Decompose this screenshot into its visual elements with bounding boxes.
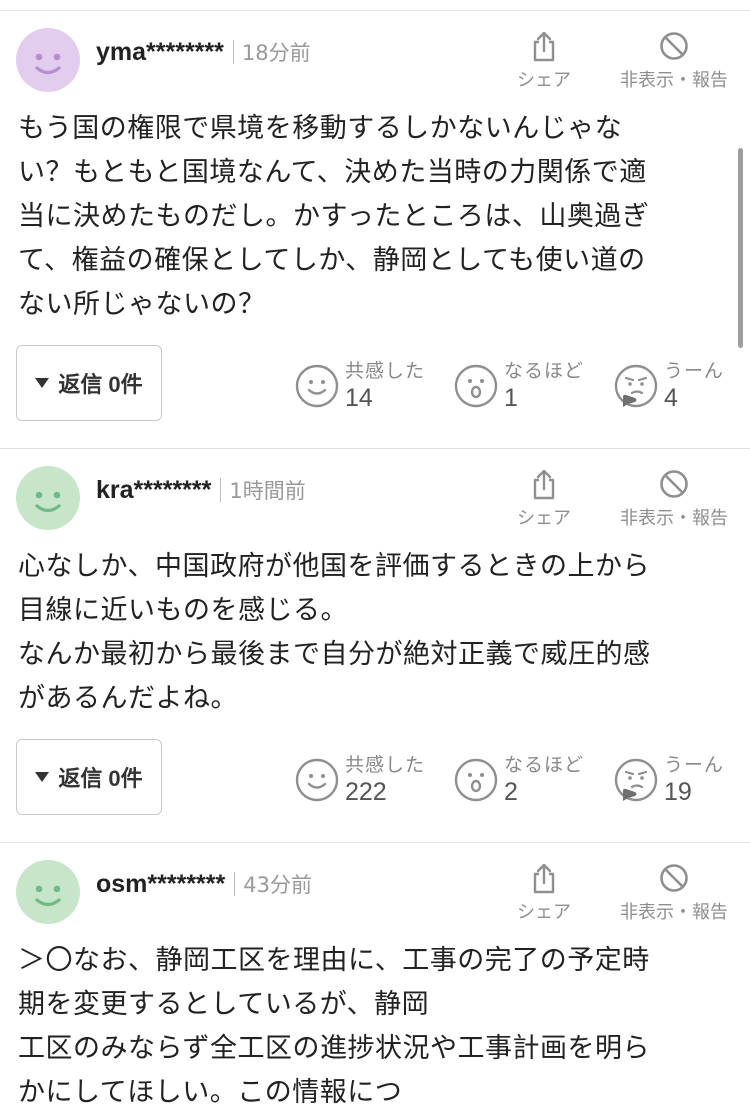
comment-line: 工区のみならず全工区の進捗状況や工事計画を明ら xyxy=(18,1033,650,1064)
comment-body: もう国の権限で県境を移動するしかないんじゃな い？もともと国境なんて、決めた当時… xyxy=(18,107,730,327)
timestamp: 43分前 xyxy=(243,873,312,897)
avatar-face-icon xyxy=(16,860,80,924)
comment-line: ない所じゃないの？ xyxy=(18,289,266,320)
share-icon xyxy=(533,31,555,62)
hide-report-label: 非表示・報告 xyxy=(620,902,728,923)
comment-card: kra******** 1時間前 シェア 非表示・報告 心なしか、中国政府が他国… xyxy=(0,449,750,842)
comment-line: もう国の権限で県境を移動するしかないんじゃな xyxy=(18,113,623,144)
prohibit-icon xyxy=(660,32,688,60)
reaction-count: 222 xyxy=(345,778,387,806)
username[interactable]: kra******** xyxy=(96,476,211,505)
thinking-face-icon xyxy=(614,758,658,802)
reaction-count: 14 xyxy=(345,384,373,412)
reaction-uun[interactable]: うーん 4 xyxy=(613,356,738,416)
comment-meta: yma******** 18分前 xyxy=(96,34,311,70)
meta-separator xyxy=(232,40,234,64)
avatar[interactable] xyxy=(16,860,80,924)
smile-face-icon xyxy=(295,364,339,408)
reaction-count: 19 xyxy=(664,778,692,806)
triangle-down-icon xyxy=(35,378,50,388)
share-button[interactable]: シェア xyxy=(510,30,578,92)
comment-card: yma******** 18分前 シェア 非表示・報告 もう国の権限で県境を移動… xyxy=(0,0,750,448)
reaction-uun[interactable]: うーん 19 xyxy=(613,750,738,810)
hide-report-button[interactable]: 非表示・報告 xyxy=(610,862,738,924)
comment-line: 心なしか、中国政府が他国を評価するときの上から xyxy=(18,551,650,582)
prohibit-icon xyxy=(660,470,688,498)
reply-label: 返信 0件 xyxy=(58,766,143,791)
reaction-count: 4 xyxy=(664,384,678,412)
reaction-empathy[interactable]: 共感した 14 xyxy=(294,356,434,416)
comment-line: なんか最初から最後まで自分が絶対正義で威圧的感 xyxy=(18,639,651,670)
reaction-label: なるほど xyxy=(504,360,585,382)
reaction-naruhodo[interactable]: なるほど 2 xyxy=(453,750,593,810)
reaction-count: 2 xyxy=(504,778,518,806)
share-button[interactable]: シェア xyxy=(510,862,578,924)
reaction-label: うーん xyxy=(664,754,725,776)
comment-line: かにしてほしい。この情報につ xyxy=(18,1077,403,1108)
reaction-label: うーん xyxy=(664,360,725,382)
comment-line: い？もともと国境なんて、決めた当時の力関係で適 xyxy=(18,157,647,188)
reply-label: 返信 0件 xyxy=(58,372,143,397)
hide-report-button[interactable]: 非表示・報告 xyxy=(610,30,738,92)
surprised-face-icon xyxy=(454,758,498,802)
comment-line: て、権益の確保としてしか、静岡としても使い道の xyxy=(18,245,646,276)
avatar-face-icon xyxy=(16,28,80,92)
share-button[interactable]: シェア xyxy=(510,468,578,530)
reaction-naruhodo[interactable]: なるほど 1 xyxy=(453,356,593,416)
comment-meta: osm******** 43分前 xyxy=(96,866,312,902)
reply-button[interactable]: 返信 0件 xyxy=(16,739,162,815)
timestamp: 18分前 xyxy=(241,41,311,65)
share-icon xyxy=(533,469,555,500)
share-label: シェア xyxy=(517,70,571,91)
avatar[interactable] xyxy=(16,28,80,92)
share-label: シェア xyxy=(517,508,571,529)
prohibit-icon xyxy=(660,864,688,892)
reaction-label: なるほど xyxy=(504,754,585,776)
hide-report-label: 非表示・報告 xyxy=(620,70,728,91)
comment-line: 当に決めたものだし。かすったところは、山奥過ぎ xyxy=(18,201,650,232)
comment-meta: kra******** 1時間前 xyxy=(96,472,306,508)
comment-line: ＞〇なお、静岡工区を理由に、工事の完了の予定時 xyxy=(18,945,650,976)
triangle-down-icon xyxy=(35,772,50,782)
comment-body: 心なしか、中国政府が他国を評価するときの上から 目線に近いものを感じる。 なんか… xyxy=(18,545,730,721)
meta-separator xyxy=(234,872,236,896)
comment-line: があるんだよね。 xyxy=(18,683,238,714)
share-icon xyxy=(533,863,555,894)
share-label: シェア xyxy=(517,902,571,923)
meta-separator xyxy=(220,478,222,502)
username[interactable]: osm******** xyxy=(96,870,225,899)
comment-line: 目線に近いものを感じる。 xyxy=(18,595,348,626)
reaction-label: 共感した xyxy=(345,754,426,776)
reply-button[interactable]: 返信 0件 xyxy=(16,345,162,421)
thinking-face-icon xyxy=(614,364,658,408)
comment-card: osm******** 43分前 シェア 非表示・報告 ＞〇なお、静岡工区を理由… xyxy=(0,843,750,1109)
avatar[interactable] xyxy=(16,466,80,530)
avatar-face-icon xyxy=(16,466,80,530)
username[interactable]: yma******** xyxy=(96,38,224,67)
hide-report-label: 非表示・報告 xyxy=(620,508,728,529)
hide-report-button[interactable]: 非表示・報告 xyxy=(610,468,738,530)
reaction-count: 1 xyxy=(504,384,518,412)
reaction-empathy[interactable]: 共感した 222 xyxy=(294,750,434,810)
scrollbar[interactable] xyxy=(738,148,743,348)
comment-body: ＞〇なお、静岡工区を理由に、工事の完了の予定時 期を変更するとしているが、静岡 … xyxy=(18,939,730,1115)
timestamp: 1時間前 xyxy=(229,479,306,503)
smile-face-icon xyxy=(295,758,339,802)
reaction-label: 共感した xyxy=(345,360,426,382)
comment-line: 期を変更するとしているが、静岡 xyxy=(18,989,430,1020)
surprised-face-icon xyxy=(454,364,498,408)
